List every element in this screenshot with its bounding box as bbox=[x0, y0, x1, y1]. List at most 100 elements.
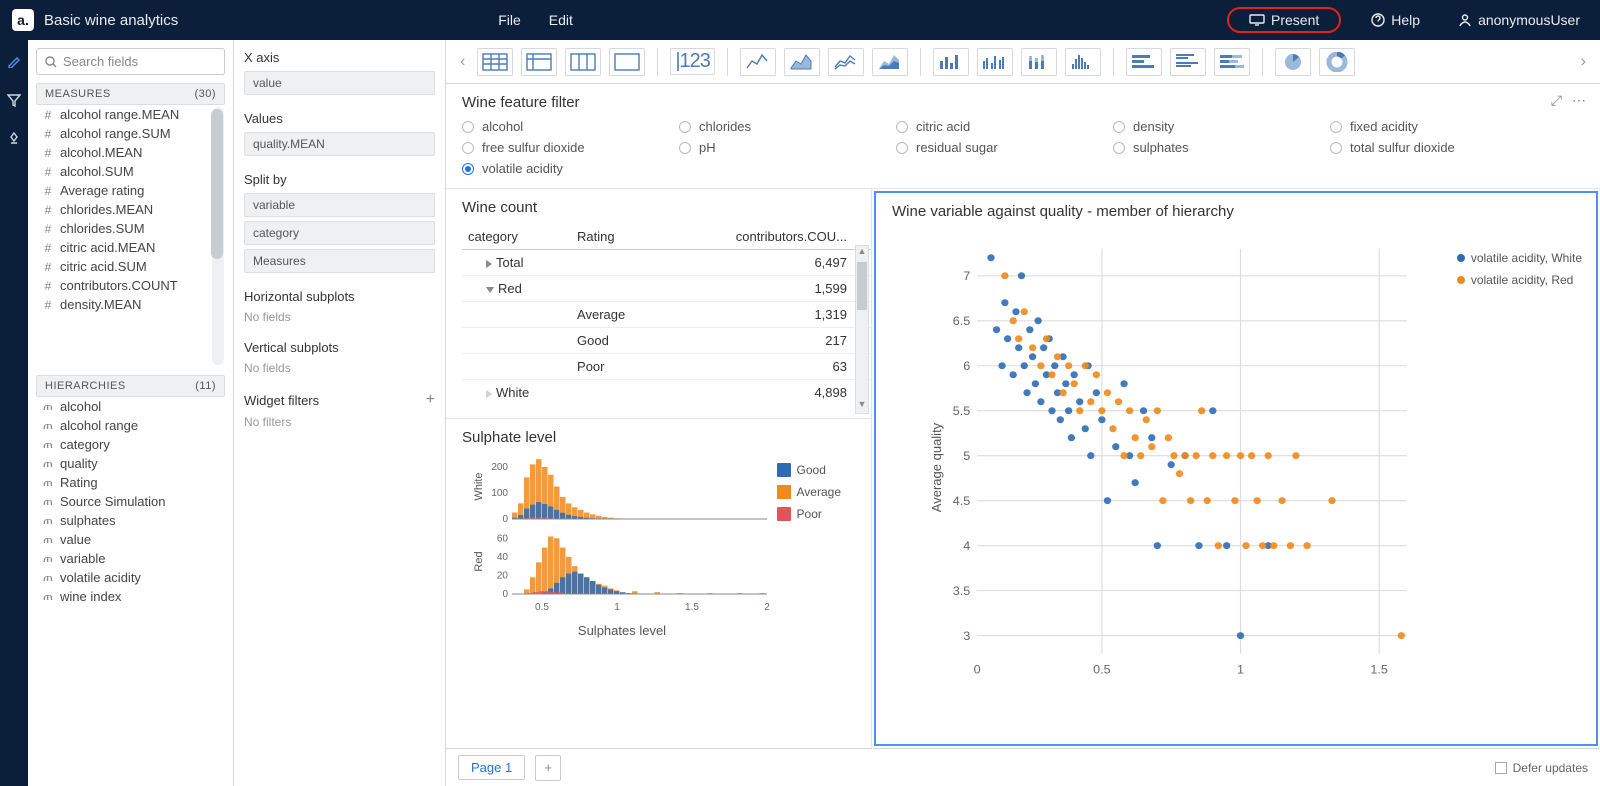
multi-line-icon[interactable] bbox=[828, 48, 864, 76]
table-row[interactable]: Average1,319 bbox=[462, 302, 871, 328]
measure-item[interactable]: #contributors.COUNT bbox=[36, 276, 225, 295]
filter-option[interactable]: citric acid bbox=[896, 119, 1113, 134]
filter-option[interactable]: fixed acidity bbox=[1330, 119, 1547, 134]
filter-option[interactable]: free sulfur dioxide bbox=[462, 140, 679, 155]
fullscreen-icon[interactable]: ⤢ bbox=[1551, 92, 1562, 109]
expand-icon[interactable] bbox=[486, 287, 494, 293]
line-chart-icon[interactable] bbox=[740, 48, 776, 76]
user-button[interactable]: anonymousUser bbox=[1450, 8, 1588, 32]
help-button[interactable]: Help bbox=[1363, 8, 1428, 32]
style-icon[interactable] bbox=[7, 132, 21, 149]
splitby-chip-1[interactable]: category bbox=[244, 221, 435, 245]
blank-table-icon[interactable] bbox=[609, 48, 645, 76]
measure-item[interactable]: #alcohol.MEAN bbox=[36, 143, 225, 162]
table-row[interactable]: White4,898 bbox=[462, 380, 871, 406]
matrix-icon[interactable] bbox=[565, 48, 601, 76]
pie-chart-icon[interactable] bbox=[1275, 48, 1311, 76]
hbar-icon[interactable] bbox=[1126, 48, 1162, 76]
table-row[interactable]: Total6,497 bbox=[462, 250, 871, 276]
expand-icon[interactable] bbox=[486, 260, 492, 268]
measure-item[interactable]: #citric acid.MEAN bbox=[36, 238, 225, 257]
hierarchy-item[interactable]: ጠcategory bbox=[36, 435, 225, 454]
stacked-column-icon[interactable] bbox=[1021, 48, 1057, 76]
table-row[interactable]: Good217 bbox=[462, 328, 871, 354]
hierarchy-item[interactable]: ጠRating bbox=[36, 473, 225, 492]
table-icon[interactable] bbox=[477, 48, 513, 76]
menu-file[interactable]: File bbox=[498, 12, 521, 28]
values-chip[interactable]: quality.MEAN bbox=[244, 132, 435, 156]
hierarchy-item[interactable]: ጠalcohol range bbox=[36, 416, 225, 435]
page-tab[interactable]: Page 1 bbox=[458, 755, 525, 780]
pivot-table-icon[interactable] bbox=[521, 48, 557, 76]
filter-option[interactable]: pH bbox=[679, 140, 896, 155]
defer-updates[interactable]: Defer updates bbox=[1495, 761, 1588, 775]
measure-item[interactable]: #alcohol range.SUM bbox=[36, 124, 225, 143]
legend-item[interactable]: Average bbox=[777, 485, 841, 499]
table-row[interactable]: Red1,599 bbox=[462, 276, 871, 302]
expand-icon[interactable] bbox=[486, 390, 492, 398]
col-category[interactable]: category bbox=[462, 224, 571, 250]
legend-item[interactable]: volatile acidity, White bbox=[1457, 251, 1582, 265]
measures-scrollbar[interactable] bbox=[212, 107, 224, 365]
filter-icon[interactable] bbox=[7, 93, 21, 110]
legend-item[interactable]: Poor bbox=[777, 507, 841, 521]
filter-title: Wine feature filter bbox=[462, 94, 1584, 111]
kpi-icon[interactable]: |123 bbox=[670, 48, 715, 75]
present-button[interactable]: Present bbox=[1227, 7, 1341, 33]
legend-item[interactable]: Good bbox=[777, 463, 841, 477]
measures-header[interactable]: MEASURES (30) bbox=[36, 83, 225, 105]
search-icon bbox=[45, 56, 57, 68]
filter-option[interactable]: density bbox=[1113, 119, 1330, 134]
measure-item[interactable]: #Average rating bbox=[36, 181, 225, 200]
measure-item[interactable]: #citric acid.SUM bbox=[36, 257, 225, 276]
filter-option[interactable]: chlorides bbox=[679, 119, 896, 134]
hbar-grouped-icon[interactable] bbox=[1170, 48, 1206, 76]
filter-option[interactable]: residual sugar bbox=[896, 140, 1113, 155]
measure-item[interactable]: #chlorides.SUM bbox=[36, 219, 225, 238]
grouped-column-icon[interactable] bbox=[977, 48, 1013, 76]
hierarchy-item[interactable]: ጠsulphates bbox=[36, 511, 225, 530]
hierarchy-icon: ጠ bbox=[42, 551, 54, 566]
hierarchy-item[interactable]: ጠalcohol bbox=[36, 397, 225, 416]
hierarchy-item[interactable]: ጠSource Simulation bbox=[36, 492, 225, 511]
legend-item[interactable]: volatile acidity, Red bbox=[1457, 273, 1582, 287]
ribbon-scroll-left-icon[interactable]: ‹ bbox=[456, 49, 469, 75]
wine-count-title: Wine count bbox=[462, 199, 871, 216]
measure-item[interactable]: #alcohol range.MEAN bbox=[36, 105, 225, 124]
table-scrollbar[interactable]: ▲▼ bbox=[855, 245, 869, 414]
col-contributors[interactable]: contributors.COU... bbox=[661, 224, 871, 250]
defer-checkbox[interactable] bbox=[1495, 762, 1507, 774]
col-rating[interactable]: Rating bbox=[571, 224, 661, 250]
hierarchy-item[interactable]: ጠquality bbox=[36, 454, 225, 473]
donut-chart-icon[interactable] bbox=[1319, 48, 1355, 76]
hierarchy-item[interactable]: ጠvariable bbox=[36, 549, 225, 568]
hierarchy-item[interactable]: ጠwine index bbox=[36, 587, 225, 606]
histogram-icon[interactable] bbox=[1065, 48, 1101, 76]
add-page-button[interactable]: + bbox=[535, 755, 561, 781]
measure-item[interactable]: #chlorides.MEAN bbox=[36, 200, 225, 219]
hierarchies-header[interactable]: HIERARCHIES (11) bbox=[36, 375, 225, 397]
hierarchy-item[interactable]: ጠvalue bbox=[36, 530, 225, 549]
measure-item[interactable]: #density.MEAN bbox=[36, 295, 225, 314]
splitby-chip-2[interactable]: Measures bbox=[244, 249, 435, 273]
filter-option[interactable]: volatile acidity bbox=[462, 161, 679, 176]
menu-edit[interactable]: Edit bbox=[549, 12, 573, 28]
svg-text:200: 200 bbox=[491, 462, 508, 473]
filter-option[interactable]: sulphates bbox=[1113, 140, 1330, 155]
hierarchy-item[interactable]: ጠvolatile acidity bbox=[36, 568, 225, 587]
search-input[interactable]: Search fields bbox=[36, 48, 225, 75]
column-chart-icon[interactable] bbox=[933, 48, 969, 76]
ribbon-scroll-right-icon[interactable]: › bbox=[1577, 49, 1590, 75]
table-row[interactable]: Poor63 bbox=[462, 354, 871, 380]
xaxis-chip[interactable]: value bbox=[244, 71, 435, 95]
filter-option[interactable]: total sulfur dioxide bbox=[1330, 140, 1547, 155]
splitby-chip-0[interactable]: variable bbox=[244, 193, 435, 217]
more-icon[interactable]: ⋯ bbox=[1572, 92, 1586, 109]
area-chart-icon[interactable] bbox=[784, 48, 820, 76]
measure-item[interactable]: #alcohol.SUM bbox=[36, 162, 225, 181]
filter-option[interactable]: alcohol bbox=[462, 119, 679, 134]
hbar-stacked-icon[interactable] bbox=[1214, 48, 1250, 76]
add-filter-icon[interactable]: + bbox=[426, 391, 435, 409]
edit-icon[interactable] bbox=[7, 54, 21, 71]
stacked-area-icon[interactable] bbox=[872, 48, 908, 76]
